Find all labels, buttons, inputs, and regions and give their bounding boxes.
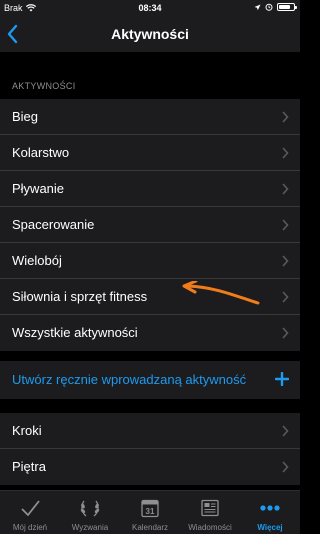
chevron-right-icon [282,461,289,473]
list-item-label: Wszystkie aktywności [12,325,138,340]
tab-calendar[interactable]: 31 Kalendarz [120,491,180,534]
status-right [254,3,297,11]
list-item-label: Spacerowanie [12,217,95,232]
plus-icon [275,372,289,386]
list-item[interactable]: Wielobój [0,243,300,279]
chevron-right-icon [282,219,289,231]
add-manual-activity-label: Utwórz ręcznie wprowadzaną aktywność [12,372,247,387]
list-item-label: Siłownia i sprzęt fitness [12,289,148,304]
chevron-right-icon [282,291,289,303]
tab-label: Wyzwania [71,523,109,532]
checkmark-icon [21,500,40,516]
list-item[interactable]: Kolarstwo [0,135,300,171]
chevron-right-icon [282,183,289,195]
chevron-right-icon [282,147,289,159]
page-title: Aktywności [111,26,189,42]
list-item-label: Kroki [12,423,42,438]
location-arrow-icon [254,4,261,10]
add-manual-activity-button[interactable]: Utwórz ręcznie wprowadzaną aktywność [0,361,300,399]
battery-icon [277,3,297,11]
tab-label: Mój dzień [12,523,48,532]
tab-label: Wiadomości [188,523,232,532]
chevron-right-icon [282,255,289,267]
calendar-icon: 31 [141,499,159,518]
list-item-label: Bieg [12,109,39,124]
tab-more[interactable]: Więcej [240,491,300,534]
list-item-label: Kolarstwo [12,145,70,160]
navigation-bar: Aktywności [0,16,300,52]
chevron-right-icon [282,111,289,123]
list-item-label: Piętra [12,459,46,474]
content-area: AKTYWNOŚCI Bieg Kolarstwo Pływanie Space… [0,52,300,490]
chevron-right-icon [282,327,289,339]
list-item[interactable]: Wszystkie aktywności [0,315,300,351]
list-item[interactable]: Kroki [0,413,300,449]
tab-challenges[interactable]: Wyzwania [60,491,120,534]
alarm-icon [265,3,273,11]
list-item[interactable]: Pływanie [0,171,300,207]
list-item[interactable]: Piętra [0,449,300,485]
newspaper-icon [201,499,219,517]
list-item-label: Pływanie [12,181,65,196]
tab-label: Kalendarz [131,523,169,532]
battery-fill [279,5,291,9]
tab-bar: Mój dzień Wyzwania 31 Kalendarz Wiadomoś… [0,490,300,534]
tab-label: Więcej [257,523,283,532]
list-item[interactable]: Spacerowanie [0,207,300,243]
list-item[interactable]: Siłownia i sprzęt fitness [0,279,300,315]
list-item-label: Wielobój [12,253,62,268]
chevron-right-icon [282,425,289,437]
activities-list: Bieg Kolarstwo Pływanie Spacerowanie Wie… [0,99,300,351]
section-header-activities: AKTYWNOŚCI [12,81,76,91]
metrics-list: Kroki Piętra [0,413,300,485]
tab-news[interactable]: Wiadomości [180,491,240,534]
calendar-day-number: 31 [146,507,155,516]
status-bar: Brak 08:34 [0,0,300,16]
tab-my-day[interactable]: Mój dzień [0,491,60,534]
laurel-icon [80,500,100,517]
list-item[interactable]: Bieg [0,99,300,135]
more-dots-icon [260,505,280,511]
